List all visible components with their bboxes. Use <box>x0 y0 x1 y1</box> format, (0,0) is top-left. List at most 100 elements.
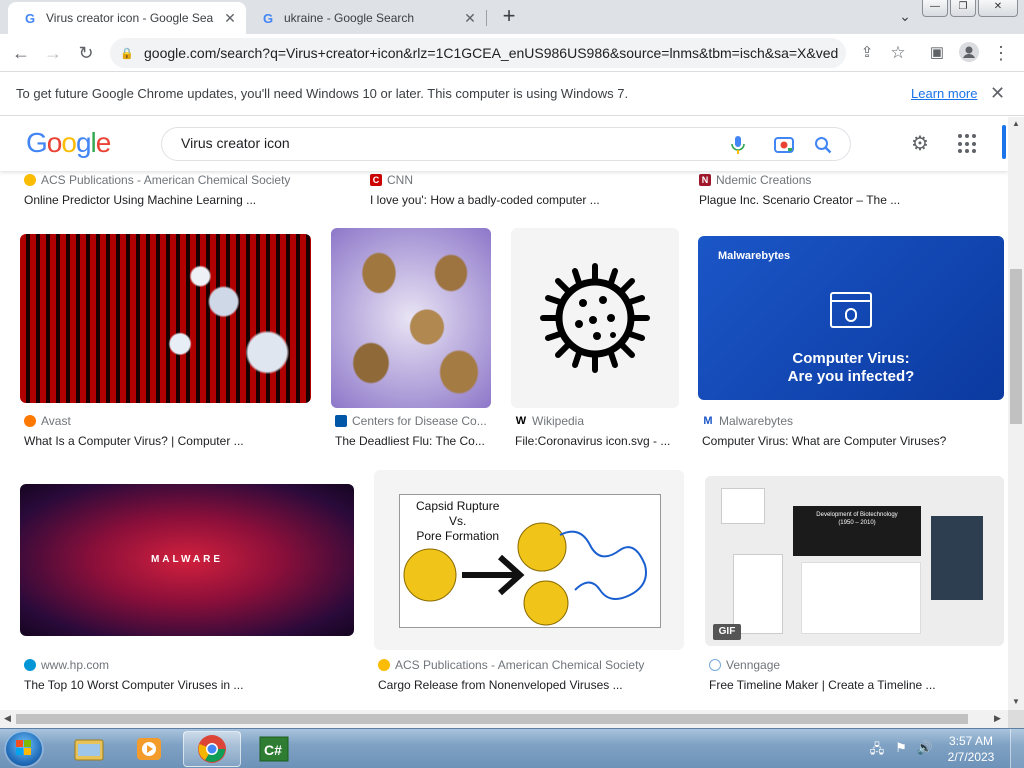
back-arrow-icon[interactable]: ← <box>10 42 32 64</box>
result-source[interactable]: N Ndemic Creations <box>699 173 811 187</box>
camera-lens-icon[interactable] <box>772 133 796 157</box>
tab-ukraine[interactable]: G ukraine - Google Search ✕ <box>246 2 486 34</box>
scrollbar-corner <box>1008 710 1024 728</box>
source-label: Venngage <box>726 658 781 672</box>
vertical-scroll-thumb[interactable] <box>1010 269 1022 424</box>
tab-search-icon[interactable]: ⌄ <box>896 8 914 26</box>
horizontal-scrollbar[interactable]: ◀ ▶ <box>0 710 1008 728</box>
image-result[interactable]: ACS Publications - American Chemical Soc… <box>20 171 320 211</box>
learn-more-link[interactable]: Learn more <box>911 86 977 101</box>
source-label: Centers for Disease Co... <box>352 414 487 428</box>
file-explorer-taskbar-icon[interactable] <box>60 731 118 767</box>
result-source[interactable]: Avast <box>24 414 71 428</box>
close-infobar-icon[interactable]: ✕ <box>990 83 1005 104</box>
share-icon[interactable]: ⇪ <box>856 42 878 64</box>
image-result[interactable]: Capsid Rupture Vs. Pore Formation ACS Pu… <box>374 470 686 698</box>
settings-gear-icon[interactable]: ⚙ <box>908 132 932 156</box>
acs-favicon-icon <box>378 659 390 671</box>
image-result[interactable]: Malwarebytes Computer Virus: Are you inf… <box>698 236 1004 454</box>
search-box[interactable] <box>161 127 851 161</box>
result-source[interactable]: W Wikipedia <box>515 414 584 428</box>
start-button[interactable] <box>4 730 44 768</box>
search-input[interactable] <box>181 135 701 151</box>
result-source[interactable]: www.hp.com <box>24 658 109 672</box>
malware-skull-image[interactable]: MALWARE <box>20 484 354 636</box>
horizontal-scroll-thumb[interactable] <box>16 714 968 724</box>
apps-grid-icon[interactable] <box>958 134 978 154</box>
coronavirus-icon-image[interactable] <box>511 228 679 408</box>
forward-arrow-icon[interactable]: → <box>42 42 64 64</box>
profile-avatar[interactable] <box>958 42 980 64</box>
red-binary-virus-image[interactable] <box>20 234 311 403</box>
minimize-button[interactable]: — <box>922 0 948 17</box>
clock-date: 2/7/2023 <box>947 750 995 764</box>
close-tab-icon[interactable]: ✕ <box>222 10 238 26</box>
restore-button[interactable]: ❐ <box>950 0 976 17</box>
source-label: Malwarebytes <box>719 414 794 428</box>
timeline-title: Development of Biotechnology <box>816 512 898 518</box>
scroll-down-arrow-icon[interactable]: ▼ <box>1012 697 1020 706</box>
image-result[interactable]: N Ndemic Creations Plague Inc. Scenario C… <box>695 171 995 211</box>
image-result[interactable]: Centers for Disease Co... The Deadliest … <box>331 228 493 454</box>
result-caption[interactable]: File:Coronavirus icon.svg - ... <box>515 434 670 448</box>
action-center-flag-icon[interactable]: ⚑ <box>892 740 910 758</box>
result-source[interactable]: M Malwarebytes <box>702 414 793 428</box>
image-result[interactable]: W Wikipedia File:Coronavirus icon.svg - .… <box>511 228 681 454</box>
media-player-taskbar-icon[interactable] <box>120 731 178 767</box>
cnn-favicon-icon: C <box>370 174 382 186</box>
vertical-scrollbar[interactable]: ▲ ▼ <box>1008 117 1024 710</box>
close-tab-icon[interactable]: ✕ <box>462 10 478 26</box>
lock-icon[interactable]: 🔒 <box>120 47 134 60</box>
menu-dots-icon[interactable]: ⋮ <box>990 42 1012 64</box>
malwarebytes-banner-image[interactable]: Malwarebytes Computer Virus: Are you inf… <box>698 236 1004 400</box>
result-source[interactable]: C CNN <box>370 173 413 187</box>
result-caption[interactable]: Online Predictor Using Machine Learning … <box>24 193 256 207</box>
new-tab-button[interactable]: + <box>498 5 520 28</box>
result-source[interactable]: ACS Publications - American Chemical Soc… <box>24 173 290 187</box>
timeline-maker-image[interactable]: Development of Biotechnology (1950 – 201… <box>705 476 1004 646</box>
clock[interactable]: 3:57 AM 2/7/2023 <box>940 733 1002 765</box>
scroll-right-arrow-icon[interactable]: ▶ <box>994 713 1001 724</box>
result-source[interactable]: Venngage <box>709 658 780 672</box>
update-infobar: To get future Google Chrome updates, you… <box>0 72 1024 116</box>
result-caption[interactable]: Free Timeline Maker | Create a Timeline … <box>709 678 936 692</box>
chrome-taskbar-icon[interactable] <box>183 731 241 767</box>
result-caption[interactable]: Cargo Release from Nonenveloped Viruses … <box>378 678 623 692</box>
result-source[interactable]: Centers for Disease Co... <box>335 414 487 428</box>
tab-virus-creator-icon[interactable]: G Virus creator icon - Google Searc ✕ <box>8 2 246 34</box>
close-window-button[interactable]: ✕ <box>978 0 1018 17</box>
result-caption[interactable]: Computer Virus: What are Computer Viruse… <box>702 434 946 448</box>
source-label: www.hp.com <box>41 658 110 672</box>
result-source[interactable]: ACS Publications - American Chemical Soc… <box>378 658 644 672</box>
result-caption[interactable]: The Top 10 Worst Computer Viruses in ... <box>24 678 243 692</box>
result-caption[interactable]: The Deadliest Flu: The Co... <box>335 434 485 448</box>
google-logo[interactable]: Google <box>26 127 111 159</box>
csharp-editor-taskbar-icon[interactable]: C# <box>245 731 303 767</box>
google-header: Google ⚙ <box>0 117 1008 171</box>
url-text[interactable]: google.com/search?q=Virus+creator+icon&r… <box>144 45 838 61</box>
volume-icon[interactable]: 🔊 <box>916 740 934 758</box>
influenza-micrograph-image[interactable] <box>331 228 491 408</box>
reload-icon[interactable]: ↻ <box>75 42 97 64</box>
source-label: CNN <box>387 173 413 187</box>
network-icon[interactable]: 🖧 <box>868 740 886 758</box>
address-bar[interactable]: 🔒 google.com/search?q=Virus+creator+icon… <box>110 38 846 68</box>
image-result[interactable]: MALWARE www.hp.com The Top 10 Worst Comp… <box>20 470 356 698</box>
result-caption[interactable]: Plague Inc. Scenario Creator – The ... <box>699 193 900 207</box>
show-desktop-button[interactable] <box>1010 729 1024 768</box>
result-caption[interactable]: I love you': How a badly-coded computer … <box>370 193 600 207</box>
search-icon[interactable] <box>811 133 835 157</box>
image-result[interactable]: C CNN I love you': How a badly-coded comp… <box>366 171 666 211</box>
clock-time: 3:57 AM <box>948 734 994 748</box>
side-panel-icon[interactable]: ▣ <box>926 42 948 64</box>
ndemic-favicon-icon: N <box>699 174 711 186</box>
capsid-rupture-diagram-image[interactable]: Capsid Rupture Vs. Pore Formation <box>374 470 684 650</box>
scroll-up-arrow-icon[interactable]: ▲ <box>1012 119 1020 128</box>
image-result[interactable]: Development of Biotechnology (1950 – 201… <box>705 476 1005 698</box>
venngage-favicon-icon <box>709 659 721 671</box>
result-caption[interactable]: What Is a Computer Virus? | Computer ... <box>24 434 244 448</box>
bookmark-star-icon[interactable]: ☆ <box>887 42 909 64</box>
image-result[interactable]: Avast What Is a Computer Virus? | Comput… <box>20 234 312 454</box>
scroll-left-arrow-icon[interactable]: ◀ <box>4 713 11 724</box>
microphone-icon[interactable] <box>726 133 750 157</box>
